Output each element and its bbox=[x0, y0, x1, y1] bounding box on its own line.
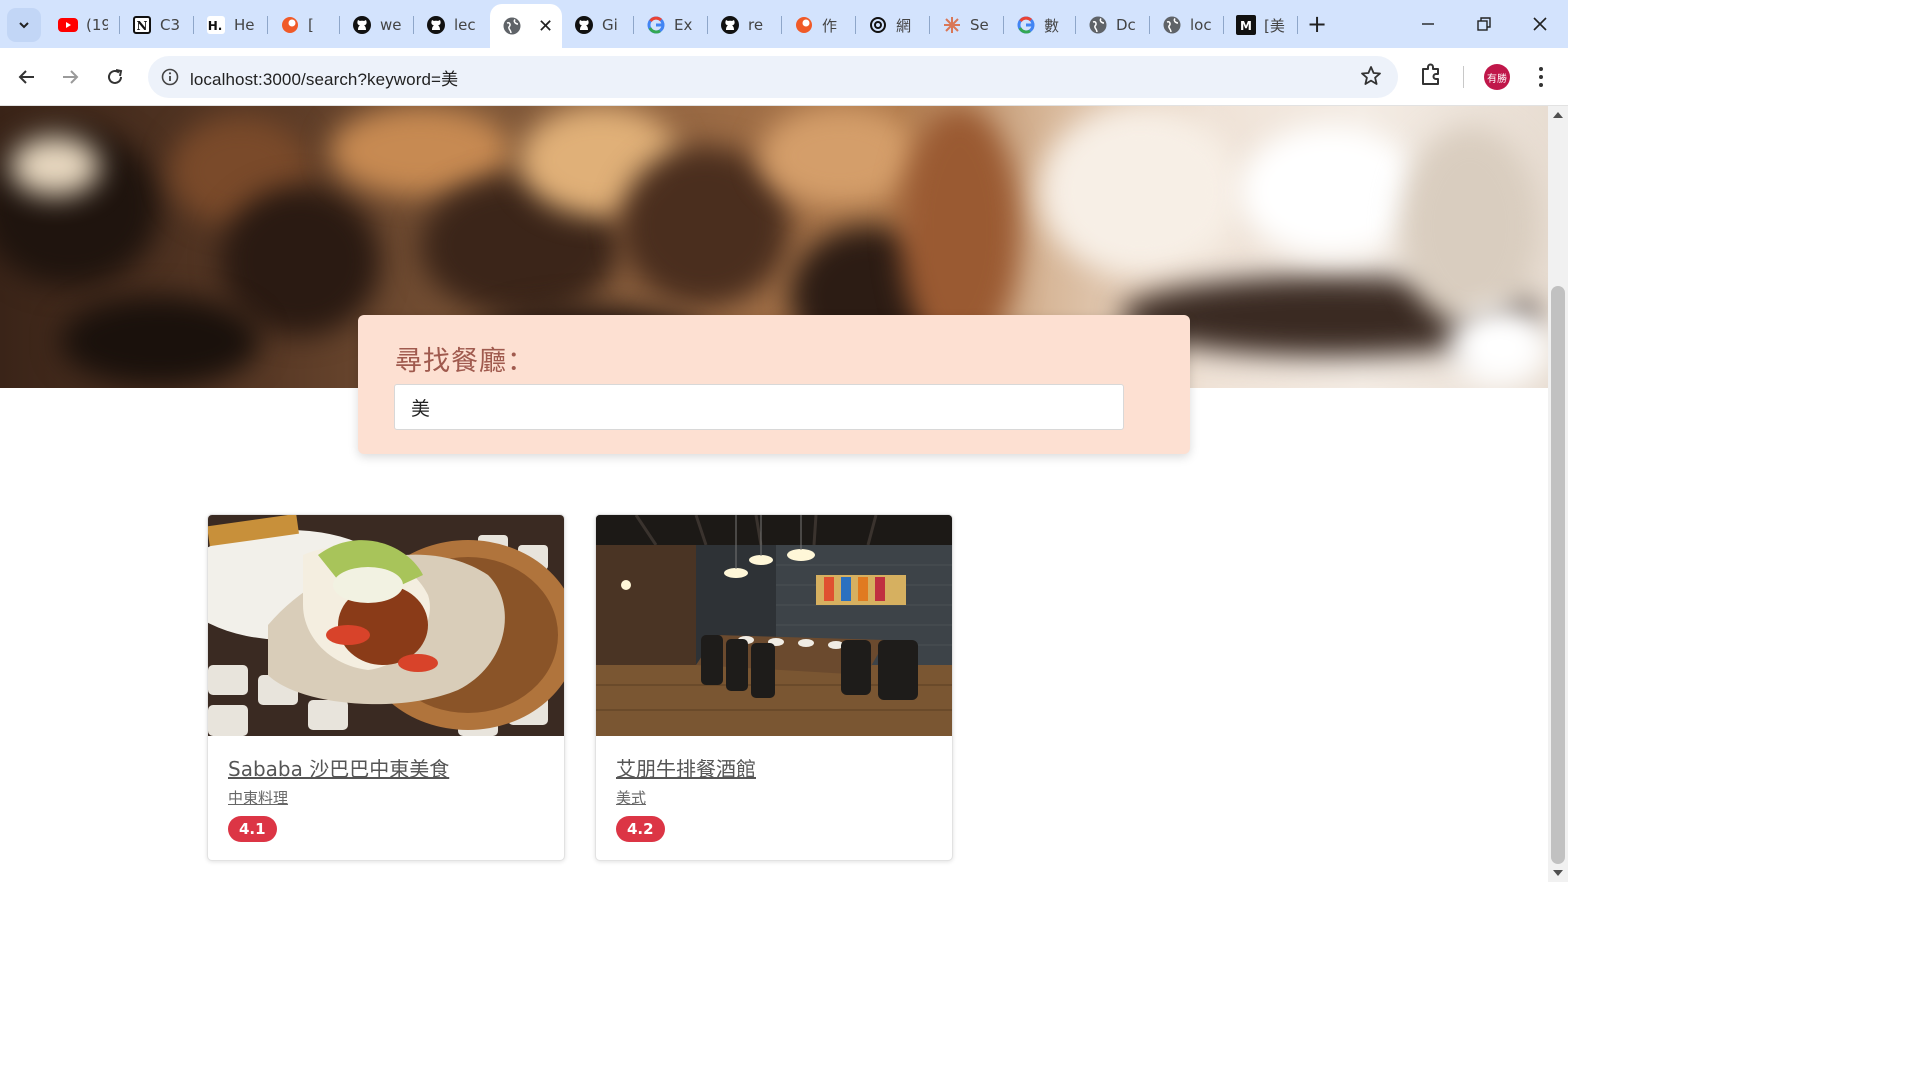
restaurant-category-link[interactable]: 中東料理 bbox=[228, 787, 288, 808]
tab-title: (19 bbox=[86, 16, 108, 34]
notion-icon: N bbox=[132, 15, 152, 35]
openai-icon bbox=[868, 15, 888, 35]
extensions-icon[interactable] bbox=[1416, 60, 1446, 94]
restaurant-card[interactable]: Sababa 沙巴巴中東美食 中東料理 4.1 bbox=[207, 514, 565, 861]
tab-active[interactable]: ✕ bbox=[490, 4, 562, 48]
restore-icon bbox=[1477, 17, 1491, 31]
reload-button[interactable] bbox=[98, 60, 132, 94]
tab-google-1[interactable]: Ex bbox=[634, 8, 708, 42]
close-icon bbox=[1533, 17, 1547, 31]
tab-title: He bbox=[234, 16, 255, 34]
address-bar[interactable]: localhost:3000/search?keyword=美 bbox=[148, 56, 1398, 98]
bookmark-star-icon[interactable] bbox=[1360, 65, 1382, 91]
scrollbar-thumb[interactable] bbox=[1551, 286, 1565, 864]
tab-title: we bbox=[380, 16, 402, 34]
restaurant-photo[interactable] bbox=[208, 515, 564, 736]
restaurant-category-link[interactable]: 美式 bbox=[616, 787, 646, 808]
tab-title: C3 bbox=[160, 16, 181, 34]
search-title: 尋找餐廳： bbox=[395, 346, 535, 377]
github-icon bbox=[574, 15, 594, 35]
github-icon bbox=[352, 15, 372, 35]
arrow-right-icon bbox=[63, 70, 79, 84]
search-panel: 尋找餐廳： bbox=[358, 315, 1190, 454]
youtube-icon bbox=[58, 15, 78, 35]
url-text: localhost:3000/search?keyword=美 bbox=[190, 69, 459, 89]
minimize-icon bbox=[1422, 23, 1434, 25]
search-input[interactable] bbox=[394, 384, 1124, 430]
scroll-up-arrow-icon[interactable] bbox=[1553, 112, 1563, 118]
rating-badge: 4.1 bbox=[228, 816, 277, 842]
tab-notion[interactable]: N C3 bbox=[120, 8, 194, 42]
tab-youtube[interactable]: (19 bbox=[46, 8, 120, 42]
page-viewport: 尋找餐廳： 美 Sababa 沙巴巴中東美食 中東料理 4.1 艾朋牛排餐酒館 … bbox=[0, 106, 1548, 882]
profile-avatar[interactable]: 有勝 bbox=[1484, 64, 1510, 90]
chevron-down-icon bbox=[19, 22, 29, 29]
tab-github-3[interactable]: Gi bbox=[562, 8, 634, 42]
svg-text:N: N bbox=[137, 19, 148, 33]
back-button[interactable] bbox=[10, 60, 44, 94]
hahow-icon: H. bbox=[206, 15, 226, 35]
page-scrollbar[interactable] bbox=[1548, 106, 1568, 882]
globe-icon bbox=[502, 16, 522, 36]
arrow-left-icon bbox=[18, 70, 34, 84]
restaurant-name-link[interactable]: 艾朋牛排餐酒館 bbox=[616, 753, 756, 782]
google-icon bbox=[1016, 15, 1036, 35]
tab-google-2[interactable]: 數 bbox=[1004, 8, 1076, 42]
svg-text:M: M bbox=[1240, 19, 1252, 33]
medium-icon: M bbox=[1236, 15, 1256, 35]
tab-title: 數 bbox=[1044, 16, 1060, 35]
restaurant-photo[interactable] bbox=[596, 515, 952, 736]
plus-icon: + bbox=[1306, 10, 1328, 38]
close-window-button[interactable] bbox=[1512, 0, 1568, 48]
tab-hahow[interactable]: H. He bbox=[194, 8, 268, 42]
minimize-button[interactable] bbox=[1400, 0, 1456, 48]
tab-title: Ex bbox=[674, 16, 693, 34]
tab-medium[interactable]: M [美 bbox=[1224, 8, 1298, 42]
tab-globe-2[interactable]: Dc bbox=[1076, 8, 1150, 42]
browser-menu-button[interactable] bbox=[1530, 62, 1552, 92]
tab-strip: (19 N C3 H. He [ we lec ✕ Gi Ex re 作 網 S… bbox=[0, 0, 1568, 48]
tab-github-1[interactable]: we bbox=[340, 8, 414, 42]
tab-title: 作 bbox=[822, 16, 838, 35]
restaurant-name-link[interactable]: Sababa 沙巴巴中東美食 bbox=[228, 753, 449, 782]
orange-logo-icon bbox=[280, 15, 300, 35]
tab-title: Dc bbox=[1116, 16, 1136, 34]
github-icon bbox=[720, 15, 740, 35]
reload-icon bbox=[108, 69, 123, 84]
tab-search-button[interactable] bbox=[7, 8, 41, 42]
close-tab-icon[interactable]: ✕ bbox=[538, 16, 553, 37]
site-info-icon[interactable] bbox=[150, 68, 190, 86]
browser-toolbar: localhost:3000/search?keyword=美 有勝 bbox=[0, 48, 1568, 106]
github-icon bbox=[426, 15, 446, 35]
tab-orange-2[interactable]: 作 bbox=[782, 8, 856, 42]
forward-button[interactable] bbox=[53, 60, 87, 94]
tab-claude[interactable]: Se bbox=[930, 8, 1004, 42]
tab-github-2[interactable]: lec bbox=[414, 8, 490, 42]
tab-title: loc bbox=[1190, 16, 1212, 34]
claude-icon bbox=[942, 15, 962, 35]
scroll-down-arrow-icon[interactable] bbox=[1553, 870, 1563, 876]
tab-title: lec bbox=[454, 16, 476, 34]
google-icon bbox=[646, 15, 666, 35]
tab-globe-3[interactable]: loc bbox=[1150, 8, 1224, 42]
tab-orange-1[interactable]: [ bbox=[268, 8, 340, 42]
tab-title: [美 bbox=[1264, 16, 1285, 35]
tab-title: re bbox=[748, 16, 764, 34]
tab-openai[interactable]: 網 bbox=[856, 8, 930, 42]
svg-text:H.: H. bbox=[208, 19, 223, 33]
globe-icon bbox=[1088, 15, 1108, 35]
restaurant-card[interactable]: 艾朋牛排餐酒館 美式 4.2 bbox=[595, 514, 953, 861]
tab-github-4[interactable]: re bbox=[708, 8, 782, 42]
rating-badge: 4.2 bbox=[616, 816, 665, 842]
tab-title: 網 bbox=[896, 16, 912, 35]
restore-button[interactable] bbox=[1456, 0, 1512, 48]
tab-title: Se bbox=[970, 16, 989, 34]
tab-title: [ bbox=[308, 16, 314, 34]
new-tab-button[interactable]: + bbox=[1303, 10, 1331, 38]
orange-logo-icon bbox=[794, 15, 814, 35]
globe-icon bbox=[1162, 15, 1182, 35]
toolbar-divider bbox=[1463, 66, 1464, 88]
tab-title: Gi bbox=[602, 16, 618, 34]
